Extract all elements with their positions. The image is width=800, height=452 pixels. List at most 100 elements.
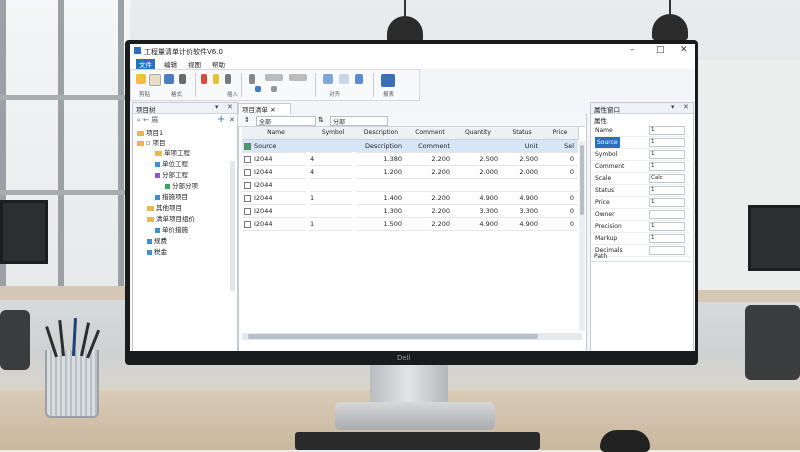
highlight-icon[interactable] [213, 74, 219, 84]
table-cell[interactable]: 1.400 [356, 192, 406, 205]
table-cell[interactable]: 4 [310, 153, 352, 166]
copy-icon[interactable] [149, 74, 161, 86]
property-value-field[interactable]: Calc [649, 174, 685, 183]
property-value-field[interactable]: 1 [649, 186, 685, 195]
column-header-price[interactable]: Price [542, 127, 579, 140]
table-cell[interactable]: Comment [406, 140, 454, 153]
grid-vertical-scrollbar[interactable] [579, 141, 585, 331]
align-icon[interactable] [255, 86, 261, 92]
column-header-status[interactable]: Status [502, 127, 543, 140]
font-color-icon[interactable] [201, 74, 207, 84]
table-cell[interactable]: 3.300 [454, 205, 502, 218]
close-icon[interactable]: ✕ [683, 103, 689, 111]
cut-icon[interactable] [179, 74, 186, 84]
chart-icon[interactable] [339, 74, 349, 84]
table-cell[interactable] [542, 179, 578, 192]
close-icon[interactable]: ✕ [270, 106, 275, 114]
property-row[interactable]: Markup 1 [591, 233, 689, 245]
table-cell[interactable]: Source [242, 140, 306, 153]
table-cell[interactable]: I2044 [242, 205, 306, 218]
filter-icon[interactable]: ⇕ [244, 116, 250, 124]
close-icon[interactable]: ✕ [680, 45, 688, 55]
property-row[interactable]: Price 1 [591, 197, 689, 209]
table-cell[interactable]: 2.200 [406, 166, 454, 179]
property-value-field[interactable]: 1 [649, 234, 685, 243]
table-cell[interactable]: 2.200 [406, 205, 454, 218]
row-checkbox[interactable] [244, 194, 251, 202]
table-cell[interactable] [310, 179, 352, 192]
column-header-description[interactable]: Description [356, 127, 407, 140]
table-cell[interactable] [406, 179, 454, 192]
row-checkbox[interactable] [244, 155, 251, 163]
table-cell[interactable]: 1.200 [356, 166, 406, 179]
shape-dropdown[interactable] [265, 74, 283, 81]
property-value-field[interactable]: 1 [649, 198, 685, 207]
property-row[interactable]: Source 1 [591, 137, 689, 149]
column-header-quantity[interactable]: Quantity [454, 127, 503, 140]
pin-icon[interactable]: ▾ [671, 103, 675, 111]
row-checkbox[interactable] [244, 220, 251, 228]
indent-icon[interactable] [271, 86, 277, 92]
property-row[interactable]: Owner [591, 209, 689, 221]
property-value-field[interactable] [649, 246, 685, 255]
row-checkbox[interactable] [244, 207, 251, 215]
table-cell[interactable]: 1.380 [356, 153, 406, 166]
table-cell[interactable]: 4 [310, 166, 352, 179]
table-cell[interactable]: Description [356, 140, 406, 153]
filter-combo[interactable]: 全部 [256, 116, 316, 126]
table-cell[interactable]: 1.300 [356, 205, 406, 218]
tree-item[interactable]: 单位工程 [155, 158, 188, 168]
table-cell[interactable]: 0 [542, 192, 578, 205]
table-cell[interactable] [310, 205, 352, 218]
table-cell[interactable] [310, 140, 352, 153]
table-cell[interactable]: I2044 [242, 218, 306, 231]
report-icon[interactable] [381, 74, 395, 87]
row-checkbox[interactable] [244, 168, 251, 176]
table-cell[interactable]: 0 [542, 218, 578, 231]
tree-item[interactable]: ▫ 项目 [137, 137, 165, 147]
property-row[interactable]: Precision 1 [591, 221, 689, 233]
table-cell[interactable]: I2044 [242, 192, 306, 205]
table-cell[interactable]: 2.000 [502, 166, 542, 179]
table-cell[interactable]: 2.200 [406, 153, 454, 166]
column-header-name[interactable]: Name [242, 127, 311, 140]
menu-edit[interactable]: 编辑 [164, 59, 177, 69]
table-cell[interactable]: Unit [502, 140, 542, 153]
property-value-field[interactable]: 1 [649, 150, 685, 159]
tree-item[interactable]: 清单项目组价 [147, 213, 195, 223]
tree-item[interactable]: 措施项目 [155, 191, 188, 201]
table-cell[interactable]: 0 [542, 153, 578, 166]
tree-item[interactable]: 分部分项 [165, 180, 198, 190]
property-value-field[interactable]: 1 [649, 138, 685, 147]
minimize-icon[interactable]: – [630, 45, 635, 55]
property-row[interactable]: Symbol 1 [591, 149, 689, 161]
table-cell[interactable]: I2044 [242, 179, 306, 192]
column-header-comment[interactable]: Comment [406, 127, 455, 140]
menu-view[interactable]: 视图 [188, 59, 201, 69]
row-checkbox[interactable] [244, 181, 251, 189]
table-cell[interactable]: 4.900 [502, 218, 542, 231]
tree-item[interactable]: 规费 [147, 235, 167, 245]
scroll-thumb[interactable] [248, 334, 538, 339]
row-checkbox[interactable] [244, 142, 251, 150]
tree-item[interactable]: 分部工程 [155, 169, 188, 179]
table-cell[interactable]: 1.500 [356, 218, 406, 231]
menu-help[interactable]: 帮助 [212, 59, 225, 69]
scroll-thumb[interactable] [580, 145, 584, 215]
pin-icon[interactable]: ▾ [215, 103, 219, 111]
table-cell[interactable]: 2.200 [406, 218, 454, 231]
tree-item[interactable]: 其他项目 [147, 202, 182, 212]
property-row[interactable]: Status 1 [591, 185, 689, 197]
save-icon[interactable] [164, 74, 174, 84]
close-icon[interactable]: ✕ [227, 103, 233, 111]
menu-file[interactable]: 文件 [136, 59, 155, 69]
table-cell[interactable] [502, 179, 542, 192]
table-cell[interactable]: 2.500 [454, 153, 502, 166]
tree-item[interactable]: 项目1 [137, 127, 163, 137]
property-value-field[interactable]: 1 [649, 222, 685, 231]
property-value-field[interactable] [649, 210, 685, 219]
table-cell[interactable] [454, 179, 502, 192]
group-combo[interactable]: 分部 [330, 116, 388, 126]
line-icon[interactable] [249, 74, 255, 84]
table-cell[interactable]: 2.000 [454, 166, 502, 179]
